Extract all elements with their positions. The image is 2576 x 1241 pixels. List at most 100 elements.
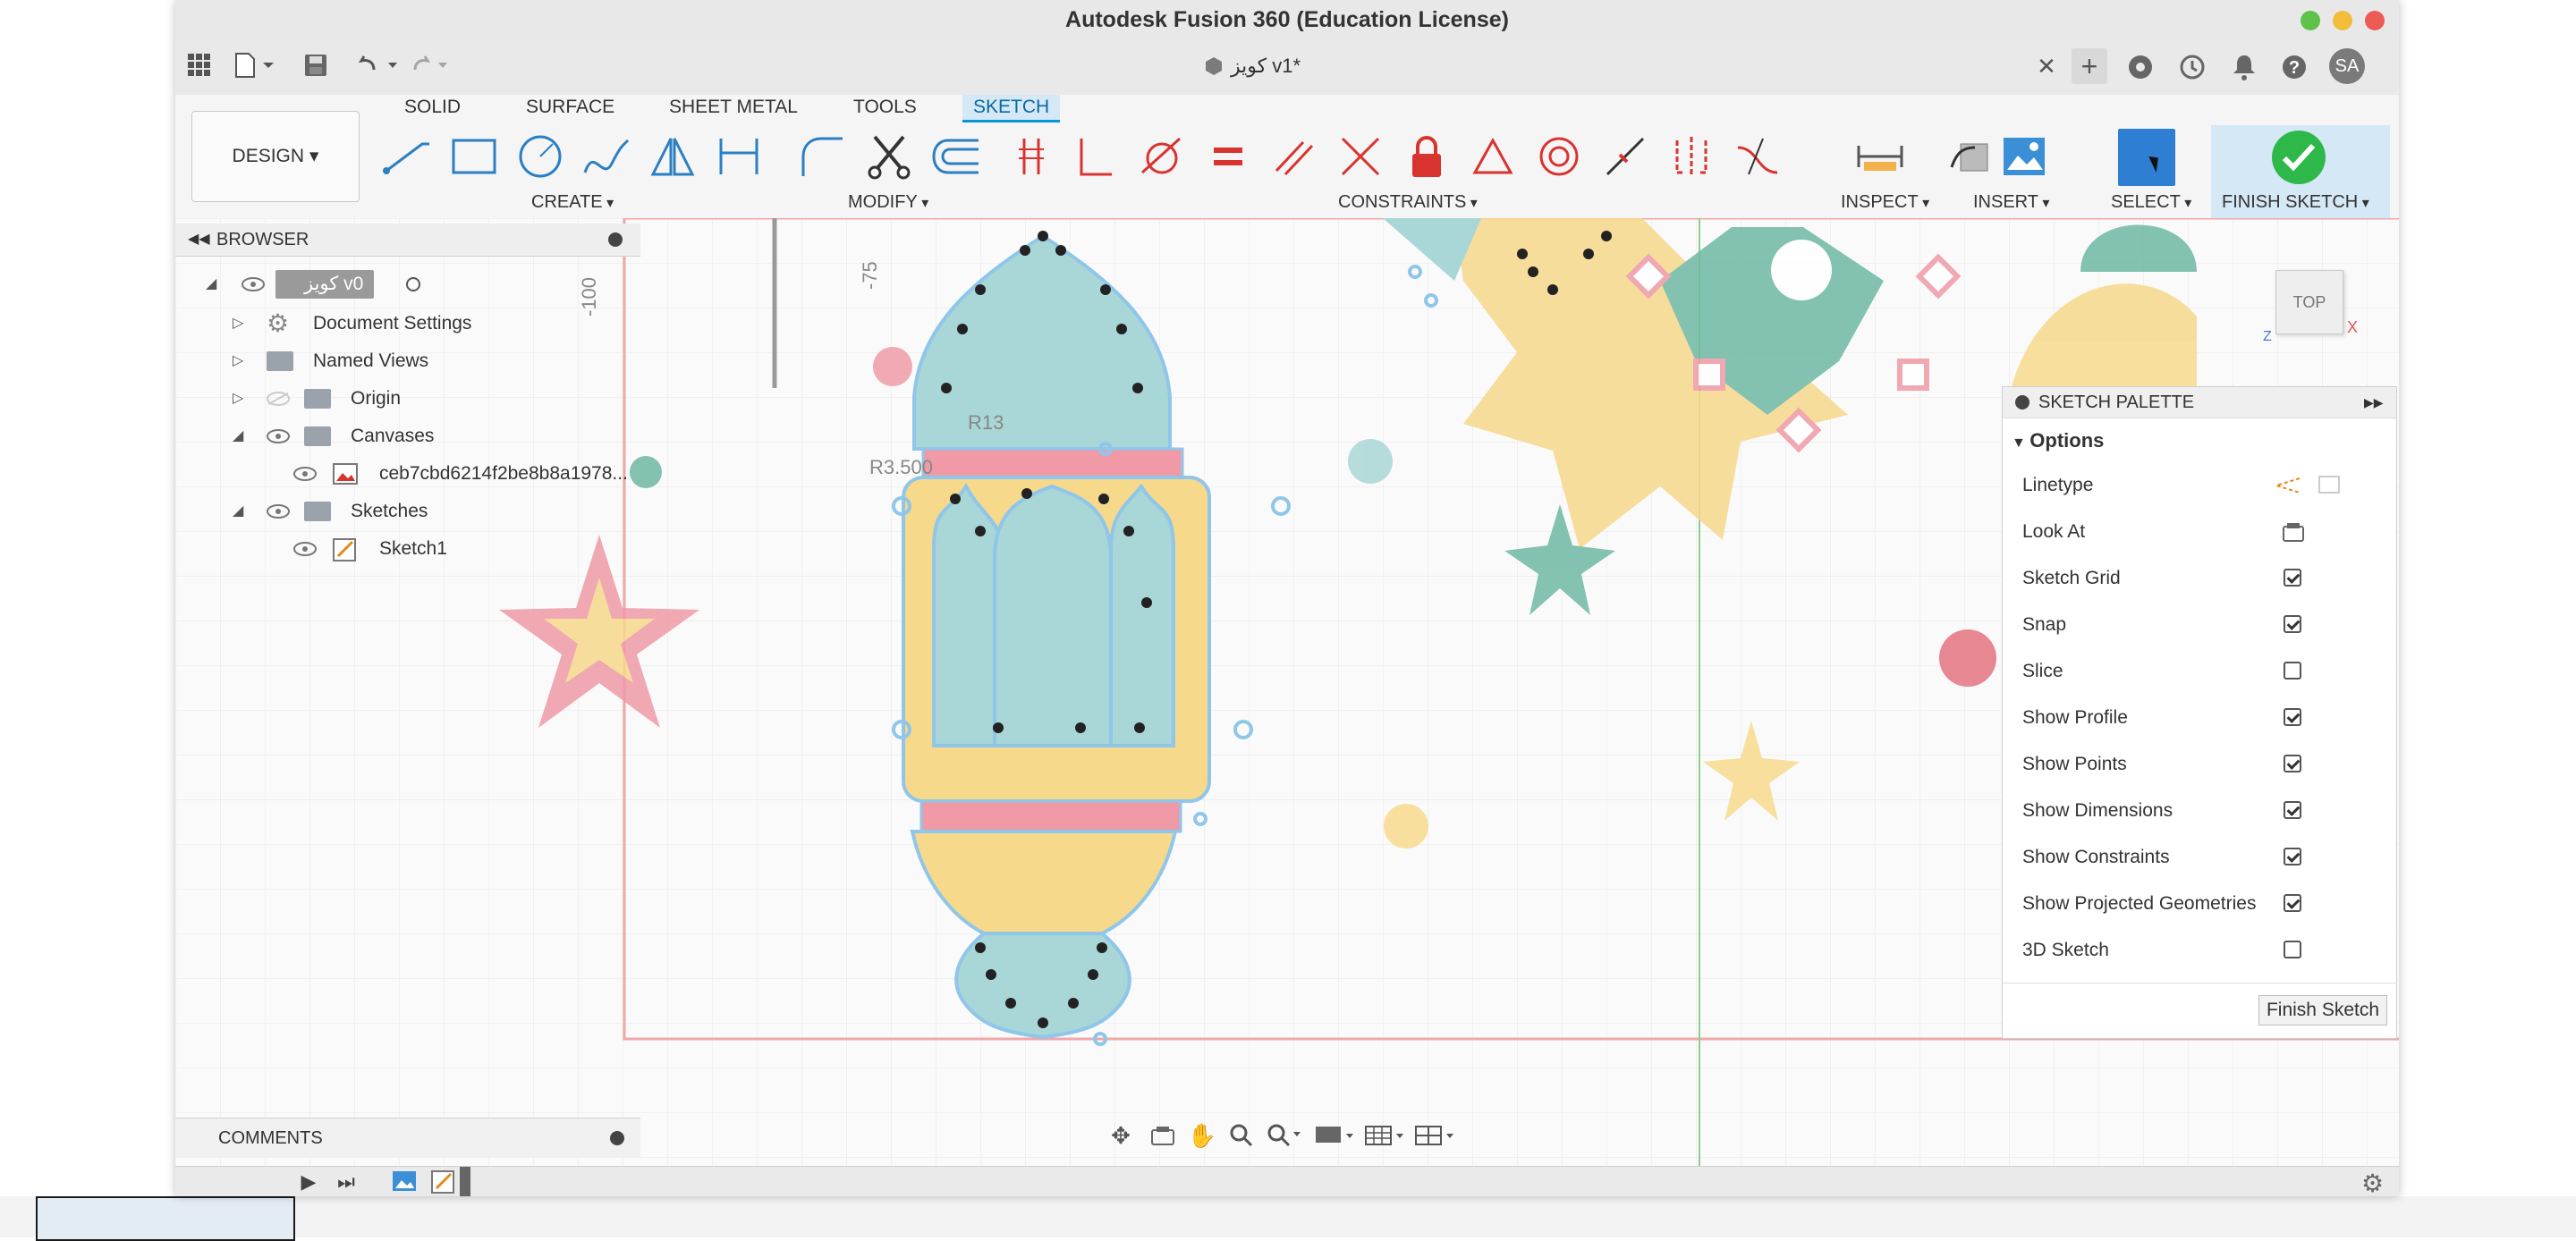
data-panel-grid-icon[interactable] <box>186 52 213 79</box>
browser-item-named-views[interactable]: ▷ Named Views <box>175 343 640 379</box>
undo-icon[interactable] <box>354 52 401 79</box>
insert-canvas-image-icon[interactable] <box>2000 132 2048 181</box>
tab-tools[interactable]: TOOLS <box>853 95 917 120</box>
timeline-marker[interactable] <box>460 1167 470 1196</box>
modify-menu[interactable]: MODIFY <box>848 190 928 214</box>
finish-sketch-check-icon[interactable] <box>2272 131 2326 184</box>
look-at-nav-icon[interactable] <box>1145 1119 1181 1152</box>
browser-root-item[interactable]: ◢ کویز v0 <box>175 266 640 302</box>
file-menu-icon[interactable] <box>233 52 277 79</box>
look-at-icon[interactable] <box>2282 521 2305 543</box>
user-avatar[interactable]: SA <box>2329 48 2365 84</box>
help-icon[interactable]: ? <box>2279 52 2309 82</box>
constraints-menu[interactable]: CONSTRAINTS <box>1338 190 1478 214</box>
browser-item-document-settings[interactable]: ▷ ⚙ Document Settings <box>175 306 640 342</box>
palette-expand-icon[interactable]: ▶▶ <box>2364 387 2384 418</box>
perpendicular-constraint-icon[interactable] <box>1073 132 1118 181</box>
grid-snaps-icon[interactable] <box>1361 1119 1408 1152</box>
expand-arrow-icon[interactable]: ▷ <box>233 343 243 379</box>
spline-tool-icon[interactable] <box>580 132 633 181</box>
tab-surface[interactable]: SURFACE <box>526 95 614 120</box>
show-constraints-checkbox[interactable] <box>2284 848 2301 865</box>
collapse-arrow-icon[interactable]: ◢ <box>233 418 243 454</box>
timeline-canvas-feature-icon[interactable] <box>390 1169 419 1195</box>
select-menu[interactable]: SELECT <box>2111 190 2191 214</box>
timeline-end-icon[interactable]: ⏭ <box>333 1169 360 1195</box>
tangent-constraint-icon[interactable] <box>1140 132 1184 181</box>
show-profile-checkbox[interactable] <box>2284 708 2301 726</box>
centerline-linetype-icon[interactable] <box>2318 475 2343 496</box>
save-icon[interactable] <box>302 52 329 79</box>
browser-pin-icon[interactable] <box>608 232 623 247</box>
tab-sketch[interactable]: SKETCH <box>962 95 1061 122</box>
browser-item-canvas-image[interactable]: ceb7cbd6214f2be8b8a1978... <box>175 456 640 492</box>
fillet-tool-icon[interactable] <box>796 132 850 181</box>
horizontal-vertical-constraint-icon[interactable] <box>1470 132 1515 181</box>
fix-lock-icon[interactable] <box>1404 132 1449 181</box>
orbit-icon[interactable]: ✥ <box>1100 1119 1141 1152</box>
visibility-eye-icon[interactable] <box>267 429 290 443</box>
minimize-button[interactable] <box>2333 11 2352 30</box>
visibility-eye-icon[interactable] <box>267 504 290 519</box>
timeline-sketch-feature-icon[interactable] <box>429 1169 458 1195</box>
display-settings-icon[interactable] <box>1311 1119 1358 1152</box>
palette-pin-icon[interactable] <box>2015 395 2029 409</box>
equal-constraint-icon[interactable] <box>1206 132 1250 181</box>
rectangle-tool-icon[interactable] <box>447 132 501 181</box>
expand-arrow-icon[interactable]: ▷ <box>233 306 243 342</box>
curvature-constraint-icon[interactable] <box>1735 132 1780 181</box>
visibility-eye-icon[interactable] <box>242 277 265 291</box>
concentric-constraint-icon[interactable] <box>1537 132 1581 181</box>
show-dimensions-checkbox[interactable] <box>2284 801 2301 819</box>
close-window-button[interactable] <box>2365 11 2385 30</box>
measure-ruler-icon[interactable] <box>1853 132 1907 181</box>
slice-checkbox[interactable] <box>2284 662 2301 680</box>
expand-arrow-icon[interactable]: ▷ <box>233 381 243 417</box>
visibility-eye-icon[interactable] <box>293 542 317 556</box>
job-status-icon[interactable] <box>2177 52 2207 82</box>
visibility-eye-icon[interactable] <box>293 467 317 481</box>
browser-item-sketches[interactable]: ◢ Sketches <box>175 494 640 529</box>
tab-solid[interactable]: SOLID <box>404 95 461 120</box>
viewcube-top-face[interactable]: TOP <box>2275 270 2343 334</box>
extensions-icon[interactable] <box>2125 52 2156 82</box>
insert-menu[interactable]: INSERT <box>1973 190 2049 214</box>
tab-sheet-metal[interactable]: SHEET METAL <box>669 95 798 120</box>
options-section-header[interactable]: ▼ Options <box>2012 423 2104 459</box>
snap-checkbox[interactable] <box>2284 615 2301 633</box>
hidden-eye-icon[interactable] <box>267 392 290 406</box>
mirror-tool-icon[interactable] <box>646 132 699 181</box>
close-tab-icon[interactable]: ✕ <box>2036 53 2057 80</box>
redo-icon[interactable] <box>410 52 456 79</box>
pan-hand-icon[interactable]: ✋ <box>1184 1119 1220 1152</box>
line-tool-icon[interactable] <box>381 132 435 181</box>
collapse-browser-icon[interactable]: ◀◀ <box>188 224 210 256</box>
zoom-icon[interactable] <box>1224 1119 1259 1152</box>
maximize-button[interactable] <box>2301 11 2320 30</box>
select-tool-icon[interactable] <box>2118 129 2175 186</box>
symmetry-constraint-icon[interactable] <box>1669 132 1714 181</box>
offset-tool-icon[interactable] <box>928 132 982 181</box>
timeline-play-icon[interactable]: ▶ <box>295 1169 322 1195</box>
finish-sketch-button[interactable]: Finish Sketch <box>2258 995 2387 1026</box>
browser-item-origin[interactable]: ▷ Origin <box>175 381 640 417</box>
browser-item-sketch1[interactable]: Sketch1 <box>175 531 640 567</box>
activate-radio-icon[interactable] <box>406 277 420 291</box>
3d-sketch-checkbox[interactable] <box>2284 941 2301 958</box>
new-tab-plus-icon[interactable]: + <box>2072 48 2107 84</box>
expand-root-icon[interactable]: ◢ <box>206 266 216 302</box>
trim-scissors-icon[interactable] <box>862 132 916 181</box>
circle-tool-icon[interactable] <box>513 132 567 181</box>
sketch-grid-checkbox[interactable] <box>2284 569 2301 587</box>
viewports-icon[interactable] <box>1411 1119 1458 1152</box>
notifications-bell-icon[interactable] <box>2229 52 2259 82</box>
timeline-settings-gear-icon[interactable]: ⚙ <box>2361 1169 2384 1196</box>
workspace-switcher[interactable]: DESIGN ▾ <box>191 111 360 202</box>
window-thumbnail[interactable] <box>36 1196 295 1241</box>
coincident-constraint-icon[interactable] <box>1009 132 1054 181</box>
midpoint-constraint-icon[interactable] <box>1603 132 1648 181</box>
insert-derive-icon[interactable] <box>1946 132 1995 181</box>
construction-linetype-icon[interactable] <box>2275 475 2301 496</box>
finish-sketch-menu[interactable]: FINISH SKETCH <box>2222 190 2369 214</box>
dimension-tool-icon[interactable] <box>712 132 766 181</box>
